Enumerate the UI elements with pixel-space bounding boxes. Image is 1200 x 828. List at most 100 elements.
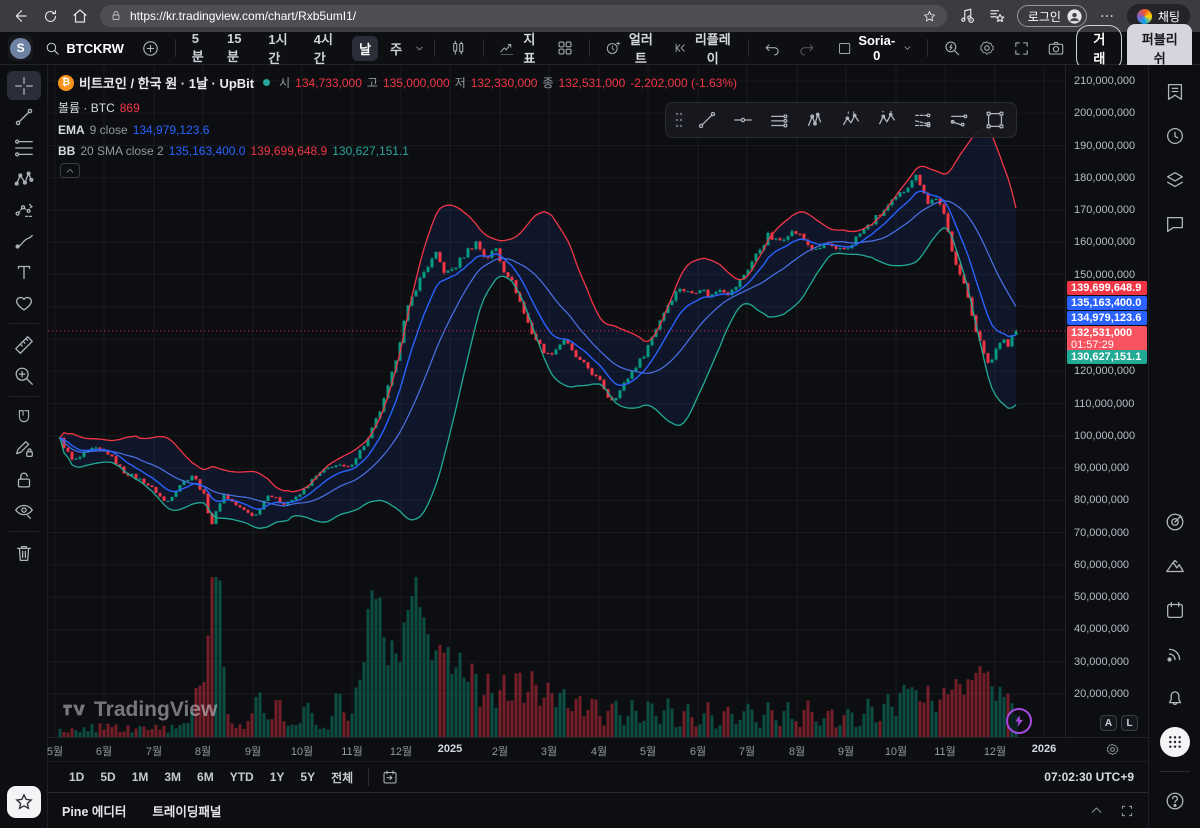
interval-4h[interactable]: 4시간 <box>307 26 347 70</box>
range-button-1Y[interactable]: 1Y <box>263 765 292 790</box>
tab-trading-panel[interactable]: 트레이딩패널 <box>152 801 221 820</box>
lock-drawings-button[interactable] <box>7 465 41 494</box>
layout-select-button[interactable]: Soria-0 <box>831 30 919 66</box>
range-button-5Y[interactable]: 5Y <box>293 765 322 790</box>
volume-legend-row[interactable]: 볼륨 · BTC 869 <box>58 99 737 116</box>
back-button[interactable] <box>10 6 30 26</box>
help-button[interactable] <box>1160 786 1190 816</box>
apps-menu-button[interactable] <box>1160 727 1190 757</box>
trend-line-tool-button[interactable] <box>7 102 41 131</box>
range-button-전체[interactable]: 전체 <box>324 765 360 790</box>
brush-tool-button[interactable] <box>7 226 41 255</box>
range-button-1D[interactable]: 1D <box>62 765 91 790</box>
undo-button[interactable] <box>758 37 787 60</box>
parallel-channel-quick-button[interactable] <box>766 107 792 133</box>
measure-tool-button[interactable] <box>7 330 41 359</box>
zoom-in-tool-button[interactable] <box>7 361 41 390</box>
symbol-search-button[interactable]: BTCKRW <box>38 37 130 60</box>
settings-button[interactable] <box>972 36 1002 60</box>
news-button[interactable] <box>1160 639 1190 669</box>
range-button-6M[interactable]: 6M <box>190 765 221 790</box>
fullscreen-button[interactable] <box>1007 37 1036 60</box>
chart-canvas[interactable]: ₿ 비트코인 / 한국 원 · 1날 · UpBit 시134,733,000 … <box>48 65 1065 737</box>
data-window-button[interactable] <box>1160 507 1190 537</box>
time-axis-label: 12월 <box>978 743 1012 759</box>
collections-button[interactable] <box>987 6 1007 26</box>
interval-1h[interactable]: 1시간 <box>261 26 301 70</box>
disjoint-channel-quick-button[interactable] <box>910 107 936 133</box>
interval-15m[interactable]: 15분 <box>220 28 256 68</box>
range-button-YTD[interactable]: YTD <box>223 765 261 790</box>
object-tree-button[interactable] <box>1160 165 1190 195</box>
bookmark-star-icon[interactable] <box>922 9 937 24</box>
pitchfork-quick-button[interactable] <box>802 107 828 133</box>
forecast-tool-button[interactable] <box>7 195 41 224</box>
tab-pine-editor[interactable]: Pine 에디터 <box>62 801 126 820</box>
panel-maximize-icon[interactable] <box>1120 804 1134 818</box>
boost-button[interactable] <box>1006 708 1032 734</box>
chart-type-button[interactable] <box>444 36 474 60</box>
browser-menu-button[interactable] <box>1097 6 1117 26</box>
watchlist-button[interactable] <box>1160 77 1190 107</box>
trend-line-quick-button[interactable] <box>694 107 720 133</box>
price-axis-label: 40,000,000 <box>1074 623 1129 635</box>
snapshot-button[interactable] <box>1041 36 1071 60</box>
favorite-tools-button[interactable] <box>7 786 41 818</box>
alerts-button[interactable] <box>1160 121 1190 151</box>
abcd-pattern-quick-button[interactable] <box>874 107 900 133</box>
price-axis[interactable]: 210,000,000200,000,000190,000,000180,000… <box>1065 65 1148 737</box>
interval-1d-selected[interactable]: 날 <box>352 36 378 61</box>
auto-scale-button[interactable]: A <box>1100 715 1117 731</box>
legend-collapse-button[interactable] <box>60 163 80 178</box>
emoji-tool-button[interactable] <box>7 288 41 317</box>
ideas-button[interactable] <box>1160 551 1190 581</box>
clock-timezone[interactable]: 07:02:30 UTC+9 <box>1044 770 1134 784</box>
undo-icon <box>764 40 781 57</box>
range-button-1M[interactable]: 1M <box>125 765 156 790</box>
login-button[interactable]: 로그인 <box>1017 5 1087 27</box>
alert-button[interactable]: 얼러트 <box>599 26 662 70</box>
time-axis[interactable]: 5월6월7월8월9월10월11월12월20252월3월4월5월6월7월8월9월1… <box>48 737 1148 761</box>
magnet-tool-button[interactable] <box>7 403 41 432</box>
interval-1w[interactable]: 주 <box>383 36 409 61</box>
panel-expand-up-icon[interactable] <box>1089 803 1104 818</box>
flat-channel-quick-button[interactable] <box>946 107 972 133</box>
indicators-button[interactable]: 지표 <box>493 26 546 70</box>
trend-line-icon <box>696 109 718 131</box>
indicator-templates-button[interactable] <box>550 36 580 60</box>
drag-handle-icon[interactable] <box>674 111 684 129</box>
interval-5m[interactable]: 5분 <box>185 28 215 68</box>
address-bar[interactable]: https://kr.tradingview.com/chart/Rxb5umI… <box>100 5 947 27</box>
replay-button[interactable]: 리플레이 <box>667 26 739 70</box>
axis-settings-button[interactable] <box>1105 742 1120 757</box>
range-button-5D[interactable]: 5D <box>93 765 122 790</box>
interval-dropdown-caret-icon[interactable] <box>414 42 425 55</box>
text-tool-button[interactable] <box>7 257 41 286</box>
elliott-wave-quick-button[interactable] <box>838 107 864 133</box>
symbol-legend-row[interactable]: ₿ 비트코인 / 한국 원 · 1날 · UpBit 시134,733,000 … <box>58 73 737 92</box>
remove-drawings-button[interactable] <box>7 538 41 567</box>
range-button-3M[interactable]: 3M <box>157 765 188 790</box>
quick-search-button[interactable] <box>937 36 967 60</box>
crosshair-tool-button[interactable] <box>7 71 41 100</box>
refresh-button[interactable] <box>40 6 60 26</box>
bb-legend-row[interactable]: BB 20 SMA close 2 135,163,400.0 139,699,… <box>58 144 737 158</box>
horizontal-line-quick-button[interactable] <box>730 107 756 133</box>
go-to-date-button[interactable] <box>377 765 403 789</box>
fib-retracement-tool-button[interactable] <box>7 133 41 162</box>
redo-button[interactable] <box>792 37 821 60</box>
add-symbol-button[interactable] <box>135 36 166 61</box>
media-controls-button[interactable] <box>957 6 977 26</box>
time-axis-label: 6월 <box>87 743 121 759</box>
calendar-button[interactable] <box>1160 595 1190 625</box>
log-scale-button[interactable]: L <box>1121 715 1138 731</box>
user-menu-button[interactable]: S <box>8 35 33 61</box>
chat-button[interactable] <box>1160 209 1190 239</box>
drawing-mode-tool-button[interactable] <box>7 434 41 463</box>
home-button[interactable] <box>70 6 90 26</box>
rectangle-quick-button[interactable] <box>982 107 1008 133</box>
notifications-button[interactable] <box>1160 683 1190 713</box>
hide-drawings-button[interactable] <box>7 496 41 525</box>
pattern-tool-button[interactable] <box>7 164 41 193</box>
ema-legend-row[interactable]: EMA 9 close 134,979,123.6 <box>58 123 737 137</box>
